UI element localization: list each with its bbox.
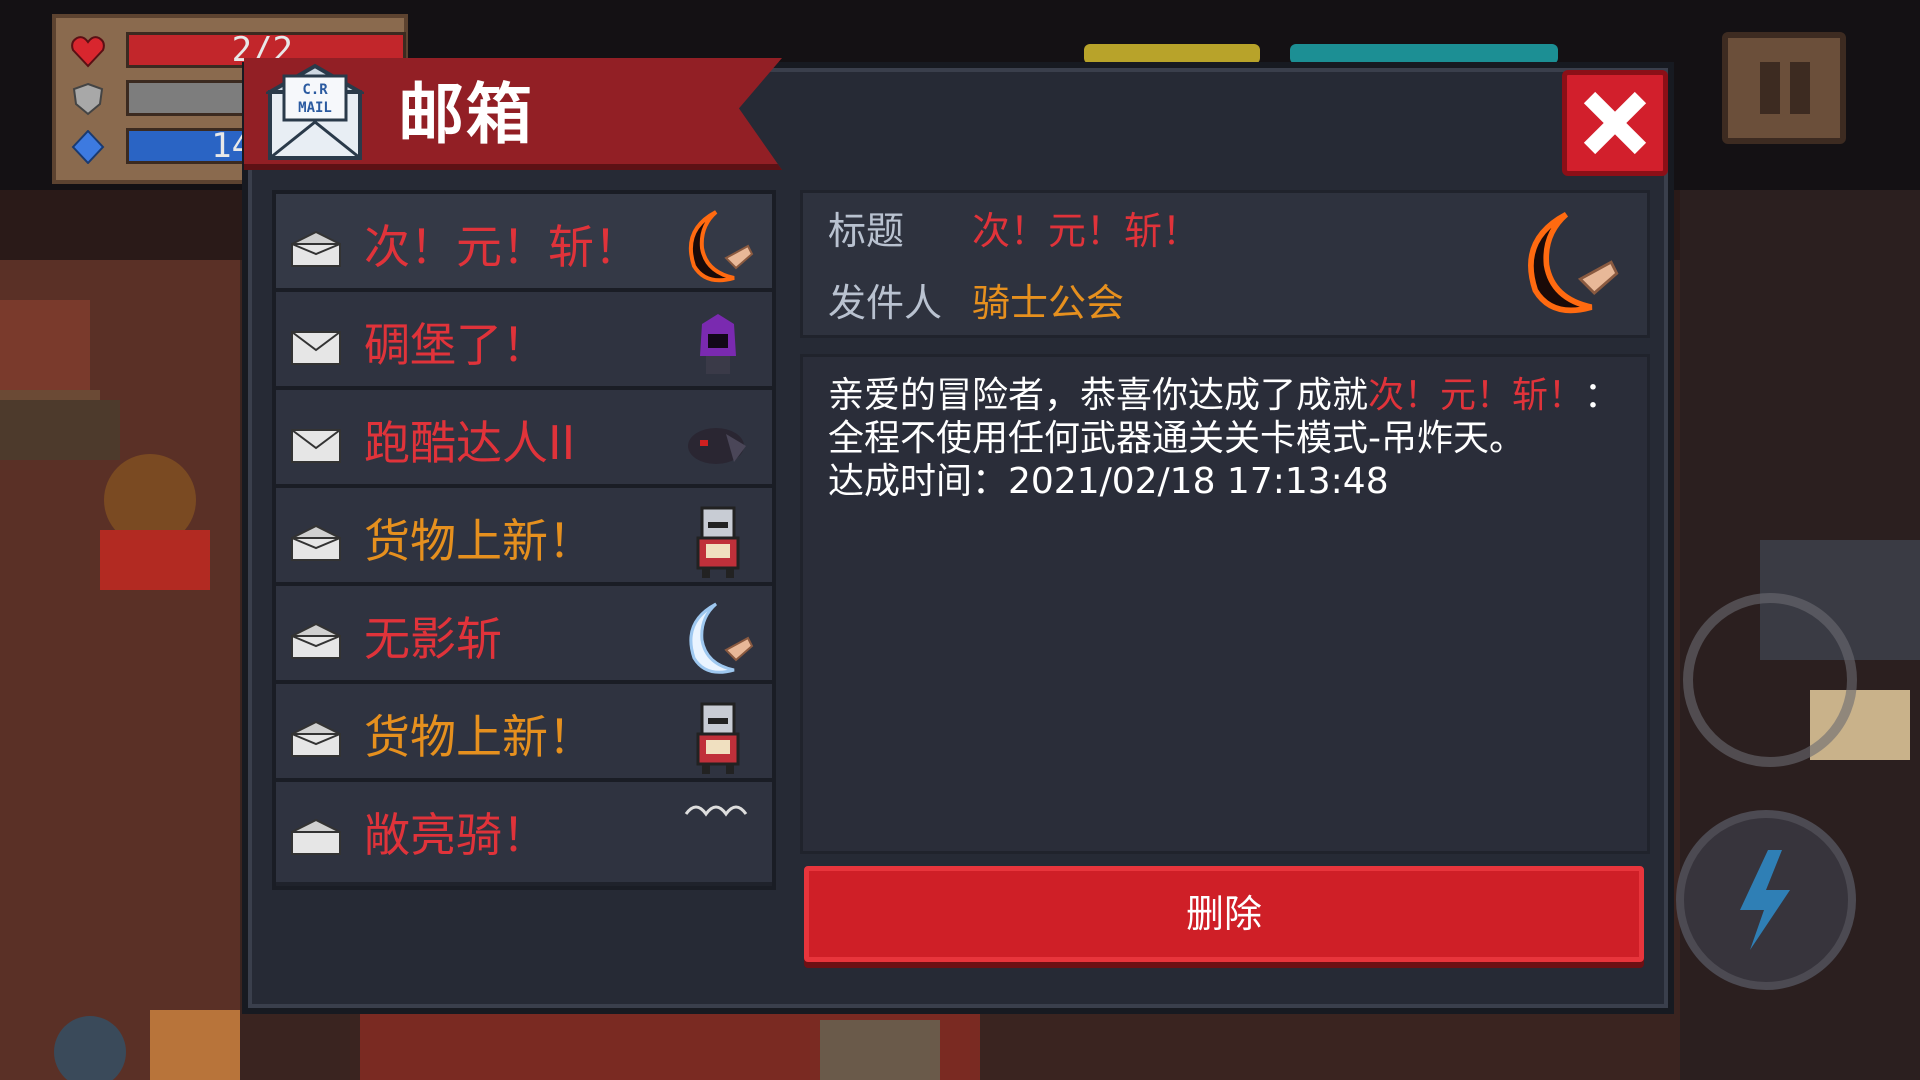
open-envelope-icon <box>291 622 341 659</box>
mail-item-label: 货物上新！ <box>364 710 594 764</box>
sender-value: 骑士公会 <box>972 281 1125 325</box>
mail-item-label: 碉堡了！ <box>364 318 548 372</box>
header-icon-text: C.R <box>302 82 328 98</box>
mail-item-label: 跑酷达人II <box>364 416 576 470</box>
mail-body-text: 亲爱的冒险者，恭喜你达成了成就次！元！斩！：全程不使用任何武器通关关卡模式-吊炸… <box>828 374 1628 503</box>
white-crescent-hand-icon <box>689 602 754 674</box>
mail-list[interactable]: 次！元！斩！ 碉堡了！ 跑酷达人II 货物上新！ 无影斩 货物上新！ 敞亮骑！ <box>272 190 778 962</box>
mail-item[interactable]: 敞亮骑！ <box>272 778 776 890</box>
heart-icon <box>71 36 105 68</box>
closed-envelope-icon <box>291 331 341 365</box>
mail-item-label: 货物上新！ <box>364 514 594 568</box>
dialog-title: 邮箱 <box>398 76 534 153</box>
energy-crystal-icon <box>71 130 105 164</box>
mail-item[interactable]: 无影斩 <box>272 582 776 694</box>
open-envelope-icon <box>291 818 341 855</box>
top-cyan-bar <box>1290 44 1558 64</box>
subject-label: 标题 <box>828 209 905 253</box>
dark-creature-icon <box>688 428 746 464</box>
delete-button[interactable]: 删除 <box>804 866 1644 962</box>
subject-value: 次！元！斩！ <box>972 209 1201 253</box>
mail-item[interactable]: 货物上新！ <box>272 680 776 792</box>
sender-label: 发件人 <box>828 281 943 325</box>
mail-item[interactable]: 货物上新！ <box>272 484 776 596</box>
shield-icon <box>72 82 104 116</box>
mail-item[interactable]: 碉堡了！ <box>272 288 776 400</box>
mail-item-label: 无影斩 <box>364 612 502 666</box>
open-envelope-icon <box>291 720 341 757</box>
svg-text:MAIL: MAIL <box>298 100 332 116</box>
body-prefix: 亲爱的冒险者，恭喜你达成了成就 <box>828 375 1369 416</box>
pause-icon <box>1760 62 1780 114</box>
mail-item[interactable]: 跑酷达人II <box>272 386 776 498</box>
closed-envelope-icon <box>291 429 341 463</box>
mail-item[interactable]: 次！元！斩！ <box>272 190 776 302</box>
purple-hooded-figure-icon <box>700 314 736 374</box>
pause-button[interactable] <box>1722 32 1846 144</box>
merchant-icon <box>696 506 740 578</box>
mail-envelope-icon: C.R MAIL <box>266 63 364 160</box>
open-envelope-icon <box>291 230 341 267</box>
mail-item-label: 敞亮骑！ <box>364 808 548 862</box>
crescent-hand-icon <box>1528 211 1619 314</box>
sketch-icon <box>684 805 748 817</box>
crescent-hand-icon <box>688 210 754 283</box>
body-achieved-time: 达成时间：2021/02/18 17:13:48 <box>828 461 1389 502</box>
top-yellow-bar <box>1084 44 1260 64</box>
mail-item-label: 次！元！斩！ <box>364 220 640 274</box>
merchant-icon <box>696 702 740 774</box>
close-button[interactable] <box>1562 70 1668 176</box>
body-achievement-highlight: 次！元！斩！ <box>1368 375 1585 416</box>
open-envelope-icon <box>291 524 341 561</box>
